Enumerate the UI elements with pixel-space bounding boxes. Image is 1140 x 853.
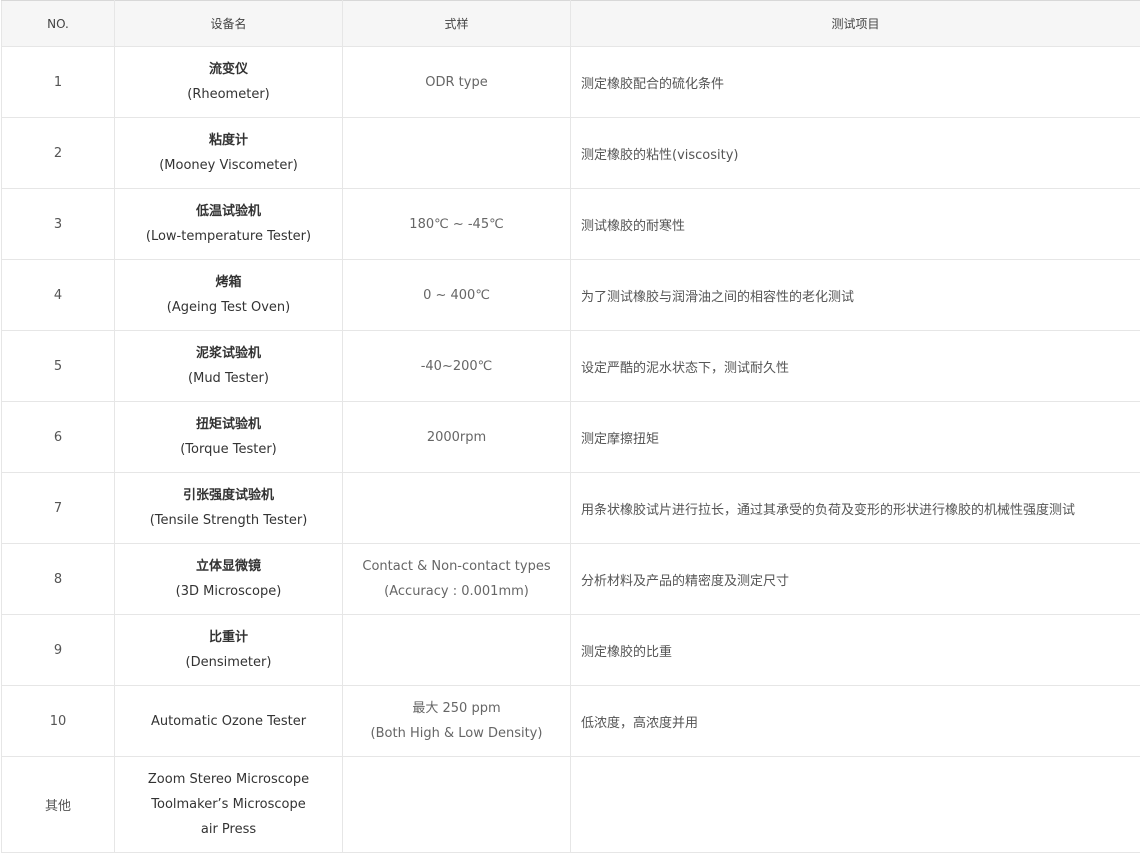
equipment-name-cell: 粘度计 (Mooney Viscometer): [114, 117, 343, 189]
equipment-name-zh: 泥浆试验机: [195, 346, 261, 361]
equipment-name-cell: 泥浆试验机 (Mud Tester): [114, 330, 343, 402]
equipment-name-zh: 扭矩试验机: [195, 417, 261, 432]
test-item-cell: 设定严酷的泥水状态下，测试耐久性: [570, 330, 1140, 402]
row-number: 3: [1, 188, 115, 260]
equipment-name-cell: 引张强度试验机 (Tensile Strength Tester): [114, 472, 343, 544]
row-number: 9: [1, 614, 115, 686]
equipment-table: NO. 设备名 式样 测试项目 1 流变仪 (Rheometer) ODR ty…: [1, 0, 1140, 853]
equipment-name-zh: 比重计: [208, 630, 248, 645]
test-item-cell: 测定橡胶的粘性(viscosity): [570, 117, 1140, 189]
table-row: 10 Automatic Ozone Tester 最大 250 ppm (Bo…: [1, 685, 1140, 757]
equipment-name-cell: 扭矩试验机 (Torque Tester): [114, 401, 343, 473]
spec-cell: 0 ~ 400℃: [342, 259, 571, 331]
test-item-cell: [570, 756, 1140, 853]
row-number: 6: [1, 401, 115, 473]
equipment-name-cell: 低温试验机 (Low-temperature Tester): [114, 188, 343, 260]
equipment-name-zh: 流变仪: [208, 62, 248, 77]
header-equipment-name: 设备名: [114, 0, 343, 47]
table-row: 3 低温试验机 (Low-temperature Tester) 180℃ ~ …: [1, 188, 1140, 260]
equipment-name-cell: 烤箱 (Ageing Test Oven): [114, 259, 343, 331]
table-header-row: NO. 设备名 式样 测试项目: [1, 0, 1140, 47]
row-number: 8: [1, 543, 115, 615]
test-item-cell: 测定摩擦扭矩: [570, 401, 1140, 473]
spec-text: 0 ~ 400℃: [423, 287, 490, 303]
table-row: 6 扭矩试验机 (Torque Tester) 2000rpm 测定摩擦扭矩: [1, 401, 1140, 473]
spec-text-secondary: (Accuracy : 0.001mm): [384, 584, 529, 599]
row-number: 4: [1, 259, 115, 331]
header-no: NO.: [1, 0, 115, 47]
equipment-name-cell: 比重计 (Densimeter): [114, 614, 343, 686]
equipment-name-cell: Automatic Ozone Tester: [114, 685, 343, 757]
spec-text-secondary: (Both High & Low Density): [370, 726, 543, 741]
spec-text: Contact & Non-contact types: [362, 559, 551, 574]
equipment-name-en: Toolmaker’s Microscope: [151, 797, 306, 812]
table-row: 9 比重计 (Densimeter) 测定橡胶的比重: [1, 614, 1140, 686]
spec-cell: 2000rpm: [342, 401, 571, 473]
spec-cell: [342, 614, 571, 686]
equipment-name-cell: 流变仪 (Rheometer): [114, 46, 343, 118]
equipment-name-en: (Torque Tester): [180, 442, 277, 457]
test-item-cell: 分析材料及产品的精密度及测定尺寸: [570, 543, 1140, 615]
spec-cell: -40~200℃: [342, 330, 571, 402]
table-row: 8 立体显微镜 (3D Microscope) Contact & Non-co…: [1, 543, 1140, 615]
header-test-item: 测试项目: [570, 0, 1140, 47]
equipment-name-en: (Rheometer): [187, 87, 270, 102]
equipment-name-cell: 立体显微镜 (3D Microscope): [114, 543, 343, 615]
spec-cell: [342, 756, 571, 853]
spec-cell: ODR type: [342, 46, 571, 118]
spec-cell: [342, 472, 571, 544]
spec-text: 2000rpm: [426, 429, 487, 445]
equipment-name-en: (Tensile Strength Tester): [149, 513, 308, 528]
spec-cell: 180℃ ~ -45℃: [342, 188, 571, 260]
test-item-cell: 为了测试橡胶与润滑油之间的相容性的老化测试: [570, 259, 1140, 331]
row-number: 1: [1, 46, 115, 118]
equipment-name-zh: 引张强度试验机: [182, 488, 274, 503]
spec-text: 180℃ ~ -45℃: [409, 216, 504, 232]
equipment-name-en: (Densimeter): [185, 655, 272, 670]
equipment-name-en: (3D Microscope): [175, 584, 282, 599]
spec-text: -40~200℃: [420, 358, 493, 374]
equipment-name-zh: 低温试验机: [195, 204, 261, 219]
equipment-name-zh: 烤箱: [215, 275, 242, 290]
row-number: 2: [1, 117, 115, 189]
test-item-cell: 测定橡胶配合的硫化条件: [570, 46, 1140, 118]
equipment-name-en: (Low-temperature Tester): [145, 229, 312, 244]
equipment-name-zh: 立体显微镜: [195, 559, 261, 574]
row-number: 5: [1, 330, 115, 402]
equipment-name-en: (Ageing Test Oven): [166, 300, 291, 315]
equipment-name-en: (Mud Tester): [188, 371, 269, 386]
equipment-name-en: (Mooney Viscometer): [159, 158, 298, 173]
table-row: 2 粘度计 (Mooney Viscometer) 测定橡胶的粘性(viscos…: [1, 117, 1140, 189]
spec-cell: [342, 117, 571, 189]
test-item-cell: 低浓度，高浓度并用: [570, 685, 1140, 757]
spec-cell: 最大 250 ppm (Both High & Low Density): [342, 685, 571, 757]
test-item-cell: 测试橡胶的耐寒性: [570, 188, 1140, 260]
header-spec: 式样: [342, 0, 571, 47]
table-row: 1 流变仪 (Rheometer) ODR type 测定橡胶配合的硫化条件: [1, 46, 1140, 118]
table-row: 4 烤箱 (Ageing Test Oven) 0 ~ 400℃ 为了测试橡胶与…: [1, 259, 1140, 331]
row-number: 其他: [1, 756, 115, 853]
equipment-name-cell: Zoom Stereo Microscope Toolmaker’s Micro…: [114, 756, 343, 853]
spec-text: 最大 250 ppm: [412, 701, 501, 716]
table-row: 5 泥浆试验机 (Mud Tester) -40~200℃ 设定严酷的泥水状态下…: [1, 330, 1140, 402]
row-number: 7: [1, 472, 115, 544]
test-item-cell: 用条状橡胶试片进行拉长，通过其承受的负荷及变形的形状进行橡胶的机械性强度测试: [570, 472, 1140, 544]
spec-cell: Contact & Non-contact types (Accuracy : …: [342, 543, 571, 615]
table-row: 7 引张强度试验机 (Tensile Strength Tester) 用条状橡…: [1, 472, 1140, 544]
equipment-name-en: Automatic Ozone Tester: [150, 713, 307, 729]
spec-text: ODR type: [425, 74, 488, 90]
equipment-name-en: air Press: [200, 822, 257, 837]
equipment-name-en: Zoom Stereo Microscope: [147, 772, 310, 787]
test-item-cell: 测定橡胶的比重: [570, 614, 1140, 686]
row-number: 10: [1, 685, 115, 757]
equipment-name-zh: 粘度计: [208, 133, 248, 148]
table-row-other: 其他 Zoom Stereo Microscope Toolmaker’s Mi…: [1, 756, 1140, 853]
